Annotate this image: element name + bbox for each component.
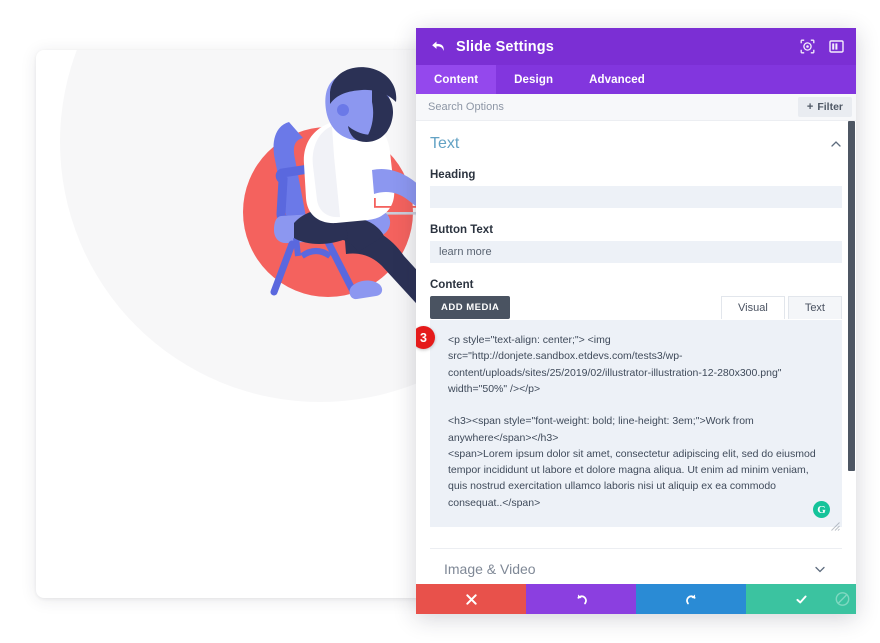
section-image-video[interactable]: Image & Video bbox=[430, 548, 842, 584]
image-video-title: Image & Video bbox=[444, 560, 536, 577]
back-arrow-icon[interactable] bbox=[430, 38, 447, 55]
button-text-input[interactable] bbox=[430, 241, 842, 263]
button-text-label: Button Text bbox=[430, 224, 494, 236]
screen-root: Slide Settings Content Design Advanced S… bbox=[0, 0, 880, 643]
editor-mode-tabs: Visual Text bbox=[721, 296, 842, 319]
undo-button[interactable] bbox=[526, 584, 636, 614]
tab-text[interactable]: Text bbox=[787, 296, 842, 319]
panel-tabs: Content Design Advanced bbox=[416, 65, 856, 94]
chevron-down-icon[interactable] bbox=[814, 563, 826, 575]
check-icon bbox=[795, 593, 808, 606]
layout-panel-icon[interactable] bbox=[829, 39, 844, 54]
add-media-button[interactable]: ADD MEDIA bbox=[430, 296, 511, 319]
editor-toolbar: ADD MEDIA Visual Text bbox=[430, 296, 842, 319]
content-label: Content bbox=[430, 279, 474, 291]
chevron-up-icon[interactable] bbox=[830, 138, 842, 150]
search-options-row: + Filter bbox=[416, 94, 856, 121]
tab-visual[interactable]: Visual bbox=[721, 296, 785, 319]
section-text-header[interactable]: Text bbox=[430, 135, 842, 163]
panel-body: Text Heading Button Text Content ADD MED… bbox=[416, 121, 856, 584]
filter-button-label: Filter bbox=[817, 101, 843, 113]
filter-button[interactable]: + Filter bbox=[797, 97, 852, 117]
panel-header-icons bbox=[800, 39, 844, 54]
undo-arrow-icon bbox=[575, 593, 588, 606]
panel-scrollbar-track[interactable] bbox=[847, 121, 856, 584]
editor-container: 3 <p style="text-align: center;"> <img s… bbox=[416, 320, 842, 532]
x-icon bbox=[465, 593, 478, 606]
redo-arrow-icon bbox=[685, 593, 698, 606]
heading-label: Heading bbox=[430, 169, 476, 181]
tab-content[interactable]: Content bbox=[416, 65, 497, 94]
cancel-button[interactable] bbox=[416, 584, 526, 614]
search-input[interactable] bbox=[428, 94, 798, 120]
panel-scrollbar-thumb[interactable] bbox=[848, 121, 855, 471]
plus-icon: + bbox=[806, 100, 814, 113]
disabled-no-entry-icon bbox=[835, 592, 850, 607]
target-icon[interactable] bbox=[800, 39, 815, 54]
tab-advanced[interactable]: Advanced bbox=[571, 65, 663, 94]
redo-button[interactable] bbox=[636, 584, 746, 614]
slide-preview-card[interactable] bbox=[36, 50, 428, 598]
content-code-editor[interactable]: <p style="text-align: center;"> <img src… bbox=[430, 320, 842, 527]
resize-handle-icon[interactable] bbox=[831, 522, 840, 531]
tab-design[interactable]: Design bbox=[496, 65, 571, 94]
grammarly-icon[interactable]: G bbox=[813, 501, 830, 518]
work-from-anywhere-illustration bbox=[176, 60, 428, 390]
heading-input[interactable] bbox=[430, 186, 842, 208]
slide-settings-panel: Slide Settings Content Design Advanced S… bbox=[416, 28, 856, 614]
panel-header: Slide Settings bbox=[416, 28, 856, 65]
panel-action-bar bbox=[416, 584, 856, 614]
section-title: Text bbox=[430, 135, 460, 152]
panel-title: Slide Settings bbox=[456, 38, 554, 55]
